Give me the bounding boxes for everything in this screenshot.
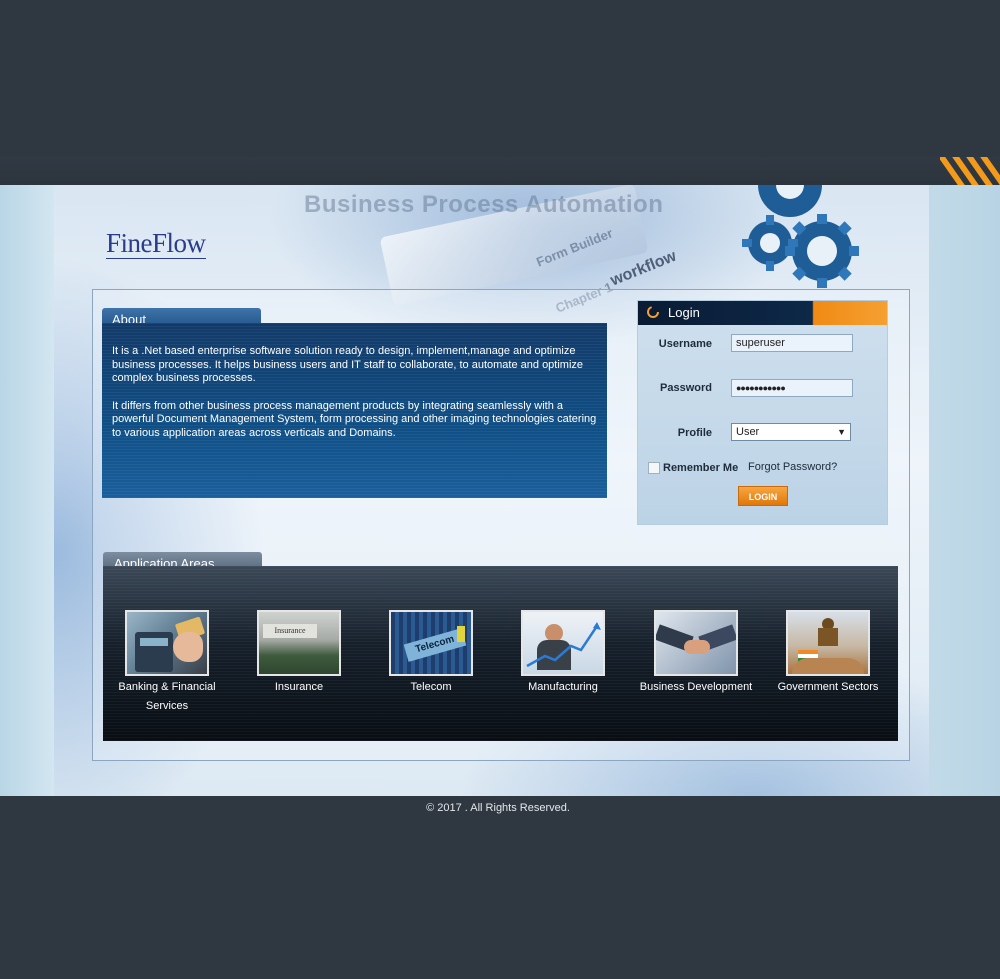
app-tile-insurance[interactable]: Insurance Insurance (233, 610, 365, 697)
profile-select-value: User (736, 426, 760, 438)
banner-title: Business Process Automation (304, 191, 664, 218)
login-title: Login (668, 305, 700, 320)
fineflow-logo: FineFlow (106, 228, 206, 259)
growth-chart-icon (521, 610, 605, 676)
handshake-icon (654, 610, 738, 676)
remember-me-checkbox[interactable] (648, 462, 660, 474)
app-label-telecom: Telecom (410, 681, 452, 693)
about-paragraph-1: It is a .Net based enterprise software s… (112, 345, 584, 384)
insurance-folder-icon: Insurance (257, 610, 341, 676)
login-button[interactable]: LOGIN (738, 486, 788, 506)
app-tile-manufacturing[interactable]: Manufacturing (497, 610, 629, 697)
insurance-tab-text: Insurance (263, 624, 317, 638)
login-header: Login (638, 301, 887, 325)
profile-select[interactable]: User ▼ (731, 423, 851, 441)
profile-label: Profile (677, 427, 712, 439)
app-tile-government[interactable]: Government Sectors (762, 610, 894, 697)
orange-stripes-decoration (940, 157, 1000, 185)
about-box: It is a .Net based enterprise software s… (102, 323, 607, 498)
login-panel: Login Username Password ●●●●●●●●●●● Prof… (637, 300, 888, 525)
telecom-cable-icon: Telecom (389, 610, 473, 676)
top-rule-bar (0, 157, 1000, 185)
top-dark-band (0, 0, 1000, 157)
footer-copyright: © 2017 . All Rights Reserved. (426, 802, 570, 814)
login-spinner-icon (647, 306, 659, 318)
password-input[interactable]: ●●●●●●●●●●● (731, 379, 853, 397)
username-input[interactable] (731, 334, 853, 352)
app-label-business-development: Business Development (639, 681, 753, 693)
chevron-down-icon: ▼ (837, 427, 846, 437)
app-label-government: Government Sectors (777, 681, 879, 693)
emblem-icon (786, 610, 870, 676)
username-label: Username (658, 338, 712, 350)
app-label-insurance: Insurance (274, 681, 324, 693)
app-label-manufacturing: Manufacturing (528, 681, 598, 693)
payment-terminal-icon (125, 610, 209, 676)
forgot-password-link[interactable]: Forgot Password? (748, 461, 837, 473)
remember-me-label: Remember Me (663, 462, 739, 474)
app-tile-business-development[interactable]: Business Development (630, 610, 762, 697)
app-label-banking: Banking & Financial Services (118, 681, 216, 712)
gears-icon (742, 185, 859, 288)
about-paragraph-2: It differs from other business process m… (112, 399, 597, 439)
app-tile-banking[interactable]: Banking & Financial Services (101, 610, 233, 716)
main-stage: Form Builder Chapter 1 workflow Business… (0, 185, 1000, 796)
app-tile-telecom[interactable]: Telecom Telecom (365, 610, 497, 697)
password-label: Password (660, 382, 712, 394)
